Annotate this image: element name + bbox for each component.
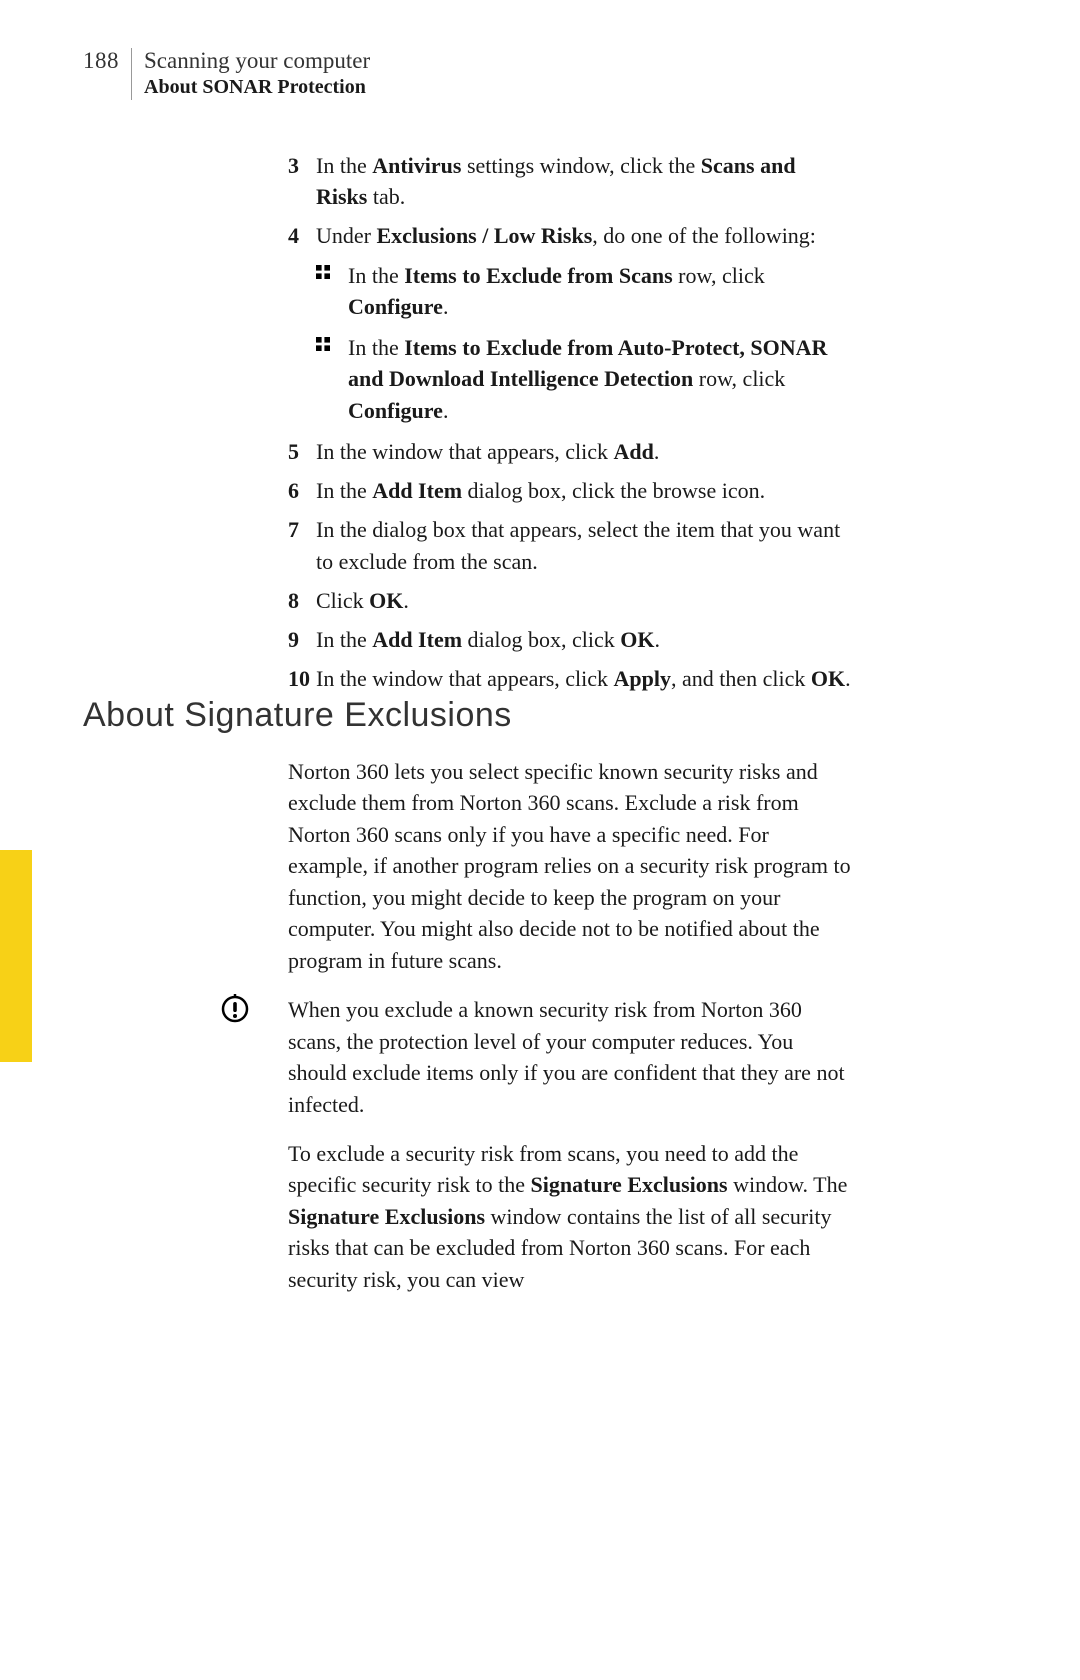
- section-title: About SONAR Protection: [144, 76, 370, 99]
- step-text: Click OK.: [316, 585, 409, 616]
- step-number: 9: [288, 624, 316, 655]
- step-text: In the Add Item dialog box, click the br…: [316, 475, 765, 506]
- warning-paragraph: When you exclude a known security risk f…: [288, 994, 851, 1120]
- step-item: 7In the dialog box that appears, select …: [288, 514, 851, 576]
- step-item: 9In the Add Item dialog box, click OK.: [288, 624, 851, 655]
- warning-icon: [220, 994, 250, 1032]
- page-tab-marker: [0, 850, 32, 1062]
- section-heading: About Signature Exclusions: [83, 696, 512, 735]
- bullet-item: In the Items to Exclude from Scans row, …: [316, 260, 851, 322]
- step-item: 6In the Add Item dialog box, click the b…: [288, 475, 851, 506]
- step-number: 6: [288, 475, 316, 506]
- step-item: 10In the window that appears, click Appl…: [288, 663, 851, 694]
- bullet-icon: [316, 260, 348, 322]
- step-item: 8Click OK.: [288, 585, 851, 616]
- step-text: Under Exclusions / Low Risks, do one of …: [316, 220, 816, 251]
- body-paragraph: Norton 360 lets you select specific know…: [288, 756, 851, 976]
- bullet-item: In the Items to Exclude from Auto-Protec…: [316, 332, 851, 426]
- step-number: 5: [288, 436, 316, 467]
- step-item: 5In the window that appears, click Add.: [288, 436, 851, 467]
- body-paragraphs: Norton 360 lets you select specific know…: [288, 756, 851, 1313]
- bullet-text: In the Items to Exclude from Auto-Protec…: [348, 332, 851, 426]
- chapter-title: Scanning your computer: [144, 48, 370, 74]
- step-number: 10: [288, 663, 316, 694]
- bullet-text: In the Items to Exclude from Scans row, …: [348, 260, 851, 322]
- step-number: 4: [288, 220, 316, 251]
- step-text: In the Antivirus settings window, click …: [316, 150, 851, 212]
- step-number: 7: [288, 514, 316, 576]
- step-text: In the window that appears, click Apply,…: [316, 663, 851, 694]
- bullet-list: In the Items to Exclude from Scans row, …: [316, 260, 851, 426]
- page-header: 188 Scanning your computer About SONAR P…: [83, 48, 370, 100]
- bullet-icon: [316, 332, 348, 426]
- steps-list: 3In the Antivirus settings window, click…: [288, 150, 851, 703]
- header-divider: [131, 48, 132, 100]
- page-number: 188: [83, 48, 119, 74]
- step-text: In the dialog box that appears, select t…: [316, 514, 851, 576]
- step-item: 3In the Antivirus settings window, click…: [288, 150, 851, 212]
- step-text: In the Add Item dialog box, click OK.: [316, 624, 660, 655]
- step-text: In the window that appears, click Add.: [316, 436, 659, 467]
- body-paragraph: To exclude a security risk from scans, y…: [288, 1138, 851, 1295]
- step-number: 3: [288, 150, 316, 212]
- step-number: 8: [288, 585, 316, 616]
- step-item: 4Under Exclusions / Low Risks, do one of…: [288, 220, 851, 251]
